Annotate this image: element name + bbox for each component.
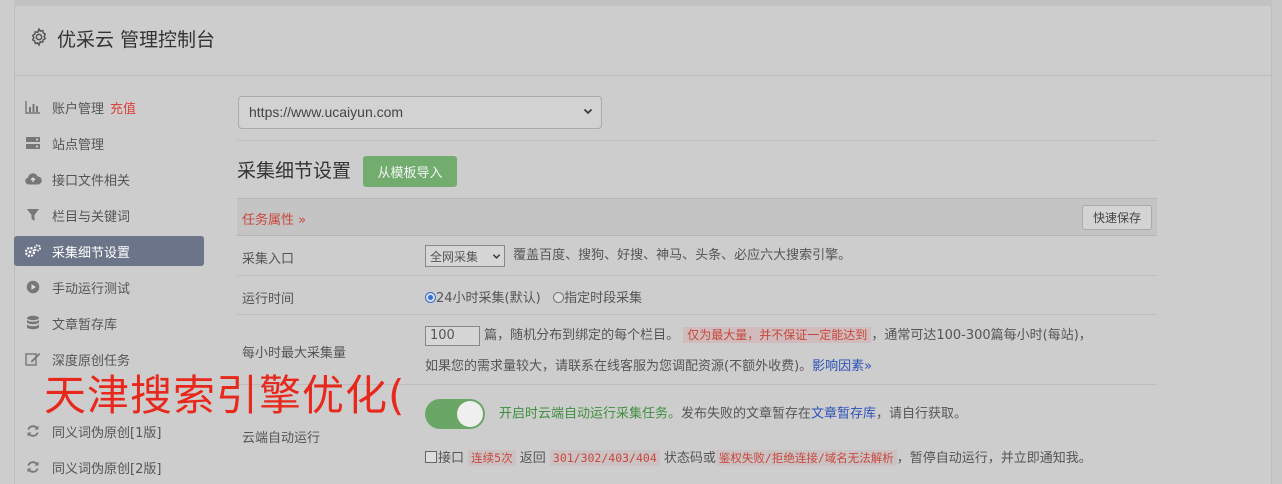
collect-entry-value: 全网采集 bbox=[430, 249, 479, 264]
cloud-auto-desc: 开启时云端自动运行采集任务。 bbox=[499, 406, 682, 422]
influence-factors-link[interactable]: 影响因素» bbox=[812, 359, 872, 374]
row-value-line1: 开启时云端自动运行采集任务。发布失败的文章暂存在文章暂存库，请自行获取。 bbox=[425, 399, 967, 429]
cloud-auto-toggle[interactable] bbox=[425, 399, 485, 429]
right-strip bbox=[1272, 0, 1282, 484]
sidebar-item-collect-settings[interactable]: 采集细节设置 bbox=[14, 236, 204, 266]
edit-icon bbox=[24, 351, 42, 367]
collect-entry-desc: 覆盖百度、搜狗、好搜、神马、头条、必应六大搜索引擎。 bbox=[513, 248, 852, 263]
page-title: 优采云 管理控制台 bbox=[57, 29, 216, 51]
sidebar-item-keywords[interactable]: 栏目与关键词 bbox=[14, 200, 204, 230]
radio-scheduled[interactable] bbox=[553, 292, 565, 303]
interface-checkbox[interactable] bbox=[425, 451, 437, 463]
hourly-max-input[interactable]: 100 bbox=[425, 325, 480, 346]
hourly-text: 篇，随机分布到绑定的每个栏目。 bbox=[484, 328, 680, 343]
sidebar-item-label: 栏目与关键词 bbox=[52, 209, 131, 225]
section-title: 采集细节设置 bbox=[237, 160, 352, 182]
filter-icon bbox=[24, 207, 42, 223]
sidebar-item-interface[interactable]: 接口文件相关 bbox=[14, 164, 204, 194]
collect-entry-select[interactable]: 全网采集 bbox=[425, 244, 505, 267]
sidebar-item-article-store[interactable]: 文章暂存库 bbox=[14, 308, 204, 338]
row-value-line2: 接口 连续5次 返回 301/302/403/404 状态码或 鉴权失败/拒绝连接… bbox=[425, 447, 1092, 466]
row-label: 运行时间 bbox=[242, 292, 295, 307]
refresh-icon bbox=[24, 423, 42, 439]
sidebar-item-sites[interactable]: 站点管理 bbox=[14, 128, 204, 158]
code-tag: 鉴权失败/拒绝连接/域名无法解析 bbox=[715, 450, 897, 466]
server-icon bbox=[24, 135, 42, 151]
refresh-icon bbox=[24, 459, 42, 475]
gear-icon bbox=[31, 27, 47, 47]
sidebar-item-label: 站点管理 bbox=[52, 137, 105, 153]
quick-save-button[interactable]: 快速保存 bbox=[1082, 205, 1152, 230]
sidebar-item-label: 同义词伪原创[2版] bbox=[52, 461, 162, 477]
cloud-text-5: ，暂停自动运行，并立即通知我。 bbox=[896, 451, 1092, 466]
divider bbox=[237, 140, 1157, 141]
site-select-value: https://www.ucaiyun.com bbox=[249, 104, 404, 120]
cloud-text-1: 发布失败的文章暂存在 bbox=[681, 406, 812, 422]
row-collect-entry: 采集入口 全网采集 覆盖百度、搜狗、好搜、神马、头条、必应六大搜索引擎。 bbox=[237, 236, 1157, 276]
sidebar: 账户管理 充值 站点管理 接口文件相关 栏目与关键词 采集细节设置 手动运行测试 bbox=[14, 92, 204, 484]
sidebar-item-label: 接口文件相关 bbox=[52, 173, 131, 189]
row-value: 全网采集 覆盖百度、搜狗、好搜、神马、头条、必应六大搜索引擎。 bbox=[425, 244, 851, 267]
row-runtime: 运行时间 24小时采集(默认) 指定时段采集 bbox=[237, 276, 1157, 315]
chevron-down-icon bbox=[583, 108, 593, 115]
sidebar-item-label: 手动运行测试 bbox=[52, 281, 131, 297]
recharge-link[interactable]: 充值 bbox=[110, 98, 136, 117]
sidebar-item-label: 采集细节设置 bbox=[52, 245, 131, 261]
radio-24h[interactable] bbox=[425, 292, 436, 303]
gears-icon bbox=[24, 243, 42, 259]
panel-header: 优采云 管理控制台 bbox=[15, 6, 1271, 76]
import-template-button[interactable]: 从模板导入 bbox=[363, 156, 457, 187]
interface-checkbox-label: 接口 bbox=[438, 451, 465, 466]
row-value: 24小时采集(默认) 指定时段采集 bbox=[425, 287, 642, 306]
database-icon bbox=[24, 315, 42, 331]
sidebar-item-label: 账户管理 bbox=[52, 101, 105, 117]
row-label: 采集入口 bbox=[242, 252, 295, 267]
site-select[interactable]: https://www.ucaiyun.com bbox=[238, 96, 602, 129]
watermark-text: 天津搜索引擎优化( bbox=[44, 371, 406, 420]
row-value-line1: 100 篇，随机分布到绑定的每个栏目。 仅为最大量，并不保证一定能达到 ，通常可达… bbox=[425, 324, 1092, 346]
task-attributes-toggle[interactable]: 任务属性 » bbox=[242, 209, 306, 228]
cloud-text-3: 返回 bbox=[519, 451, 546, 466]
chevron-down-icon bbox=[492, 253, 501, 259]
task-attributes-bar: 任务属性 » 快速保存 bbox=[237, 198, 1157, 236]
article-store-link[interactable]: 文章暂存库 bbox=[811, 407, 876, 422]
sidebar-item-account[interactable]: 账户管理 充值 bbox=[14, 92, 204, 122]
radio-scheduled-label: 指定时段采集 bbox=[564, 291, 643, 306]
row-label: 每小时最大采集量 bbox=[242, 346, 347, 361]
radio-24h-label: 24小时采集(默认) bbox=[436, 291, 541, 306]
code-tag: 301/302/403/404 bbox=[549, 450, 660, 466]
cloud-text-2: ，请自行获取。 bbox=[876, 406, 968, 422]
hourly-text-3: 如果您的需求量较大，请联系在线客服为您调配资源(不额外收费)。 bbox=[425, 359, 813, 374]
row-value-line2: 如果您的需求量较大，请联系在线客服为您调配资源(不额外收费)。影响因素» bbox=[425, 355, 872, 374]
sidebar-item-label: 文章暂存库 bbox=[52, 317, 118, 333]
cloud-text-4: 状态码或 bbox=[663, 451, 716, 466]
warning-text: 仅为最大量，并不保证一定能达到 bbox=[683, 327, 872, 343]
sidebar-item-synonym-v2[interactable]: 同义词伪原创[2版] bbox=[14, 452, 204, 482]
play-circle-icon bbox=[24, 279, 42, 295]
code-tag: 连续5次 bbox=[468, 450, 516, 466]
hourly-text-2: ，通常可达100-300篇每小时(每站)， bbox=[871, 328, 1092, 343]
sidebar-item-manual-run[interactable]: 手动运行测试 bbox=[14, 272, 204, 302]
row-label: 云端自动运行 bbox=[242, 431, 321, 446]
bar-chart-icon bbox=[24, 99, 42, 115]
sidebar-item-label: 同义词伪原创[1版] bbox=[52, 425, 162, 441]
cloud-upload-icon bbox=[24, 171, 42, 187]
